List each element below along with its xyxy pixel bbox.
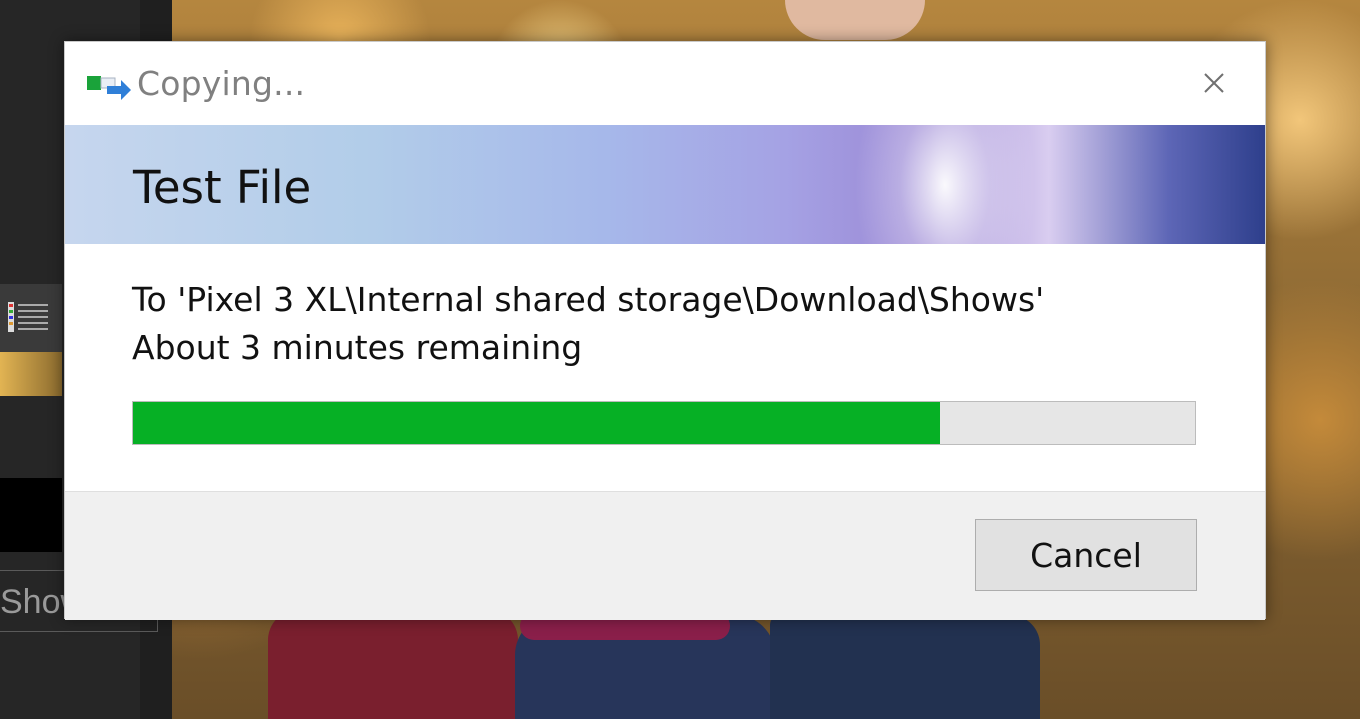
list-view-icon [8, 302, 48, 332]
copy-progress-dialog: Copying... Test File To 'Pixel 3 XL\Inte… [64, 41, 1266, 620]
time-remaining: About 3 minutes remaining [132, 328, 583, 367]
copy-progress-bar [132, 401, 1196, 445]
close-icon[interactable] [1199, 68, 1229, 98]
destination-path: To 'Pixel 3 XL\Internal shared storage\D… [132, 280, 1045, 319]
cancel-button[interactable]: Cancel [975, 519, 1197, 591]
background-app-photo-thumbnail [0, 352, 62, 396]
background-person-left [268, 610, 518, 719]
background-person-right [770, 615, 1040, 719]
progress-bar-fill [133, 402, 941, 444]
dialog-footer: Cancel [65, 491, 1265, 620]
file-name-banner: Test File [65, 125, 1265, 244]
dialog-title: Copying... [137, 64, 306, 103]
background-person-head [785, 0, 925, 40]
copy-files-icon [87, 76, 131, 100]
file-name: Test File [133, 161, 312, 214]
dialog-titlebar: Copying... [65, 42, 1265, 125]
background-app-dark-area [0, 478, 62, 552]
